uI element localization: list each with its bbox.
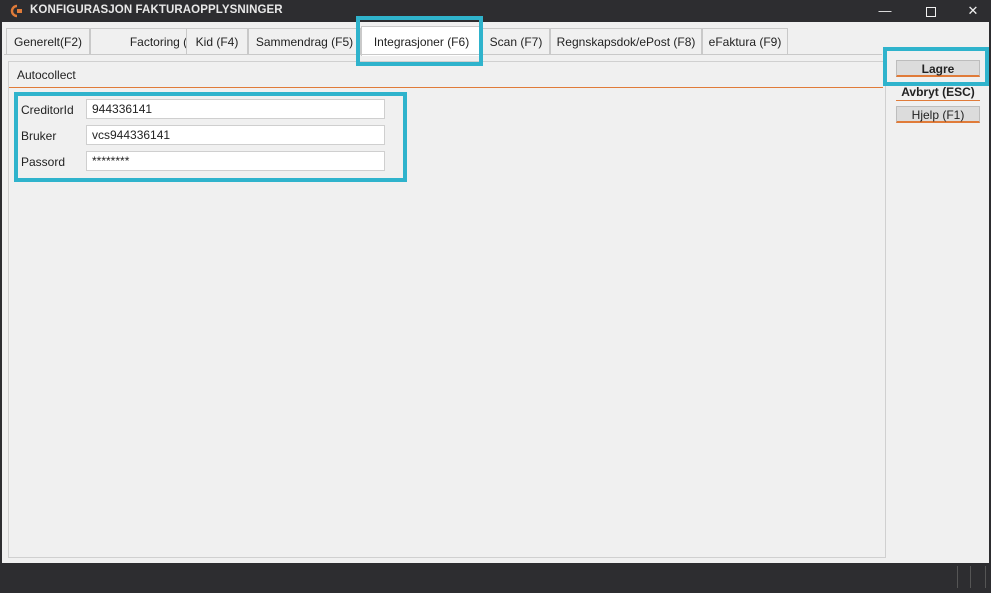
passord-label: Passord — [21, 155, 66, 169]
tab-regnskapsdok[interactable]: Regnskapsdok/ePost (F8) — [550, 28, 702, 54]
group-divider — [9, 87, 883, 88]
title-bar: KONFIGURASJON FAKTURAOPPLYSNINGER — ✕ — [0, 0, 991, 22]
tab-label: Generelt(F2) — [13, 35, 83, 49]
tab-label: Scan (F7) — [489, 35, 543, 49]
tab-label: Regnskapsdok/ePost (F8) — [556, 35, 696, 49]
tab-generelt[interactable]: Generelt(F2) — [6, 28, 90, 54]
tab-divider — [4, 54, 882, 55]
tab-label: eFaktura (F9) — [708, 35, 782, 49]
window-title: KONFIGURASJON FAKTURAOPPLYSNINGER — [30, 4, 283, 16]
minimize-button[interactable]: — — [862, 0, 908, 22]
tab-label: Sammendrag (F5) — [255, 35, 354, 49]
maximize-icon — [926, 6, 936, 17]
tab-scan[interactable]: Scan (F7) — [482, 28, 550, 54]
tab-sammendrag[interactable]: Sammendrag (F5) — [248, 28, 361, 54]
dialog-client-area: Generelt(F2) Factoring (F3) Kid (F4) Sam… — [2, 22, 989, 563]
passord-input[interactable] — [86, 151, 385, 171]
close-button[interactable]: ✕ — [950, 0, 991, 22]
maximize-button[interactable] — [908, 0, 954, 22]
bruker-label: Bruker — [21, 129, 57, 143]
status-grip — [970, 566, 971, 588]
help-button[interactable]: Hjelp (F1) — [896, 106, 980, 123]
status-grip — [957, 566, 958, 588]
tab-kid[interactable]: Kid (F4) — [186, 28, 248, 54]
tab-integrasjoner[interactable]: Integrasjoner (F6) — [361, 26, 482, 56]
creditorid-input[interactable] — [86, 99, 385, 119]
status-grip — [985, 566, 986, 588]
save-button[interactable]: Lagre — [896, 60, 980, 77]
cancel-button[interactable]: Avbryt (ESC) — [896, 84, 980, 101]
bruker-input[interactable] — [86, 125, 385, 145]
group-title: Autocollect — [17, 68, 76, 82]
app-logo-icon — [10, 4, 22, 18]
tab-label: Kid (F4) — [195, 35, 239, 49]
tab-panel: Autocollect CreditorId Bruker Passord — [8, 61, 886, 558]
tab-label: Integrasjoner (F6) — [373, 35, 470, 49]
creditorid-label: CreditorId — [21, 103, 74, 117]
tab-efaktura[interactable]: eFaktura (F9) — [702, 28, 788, 54]
status-bar — [0, 563, 991, 593]
